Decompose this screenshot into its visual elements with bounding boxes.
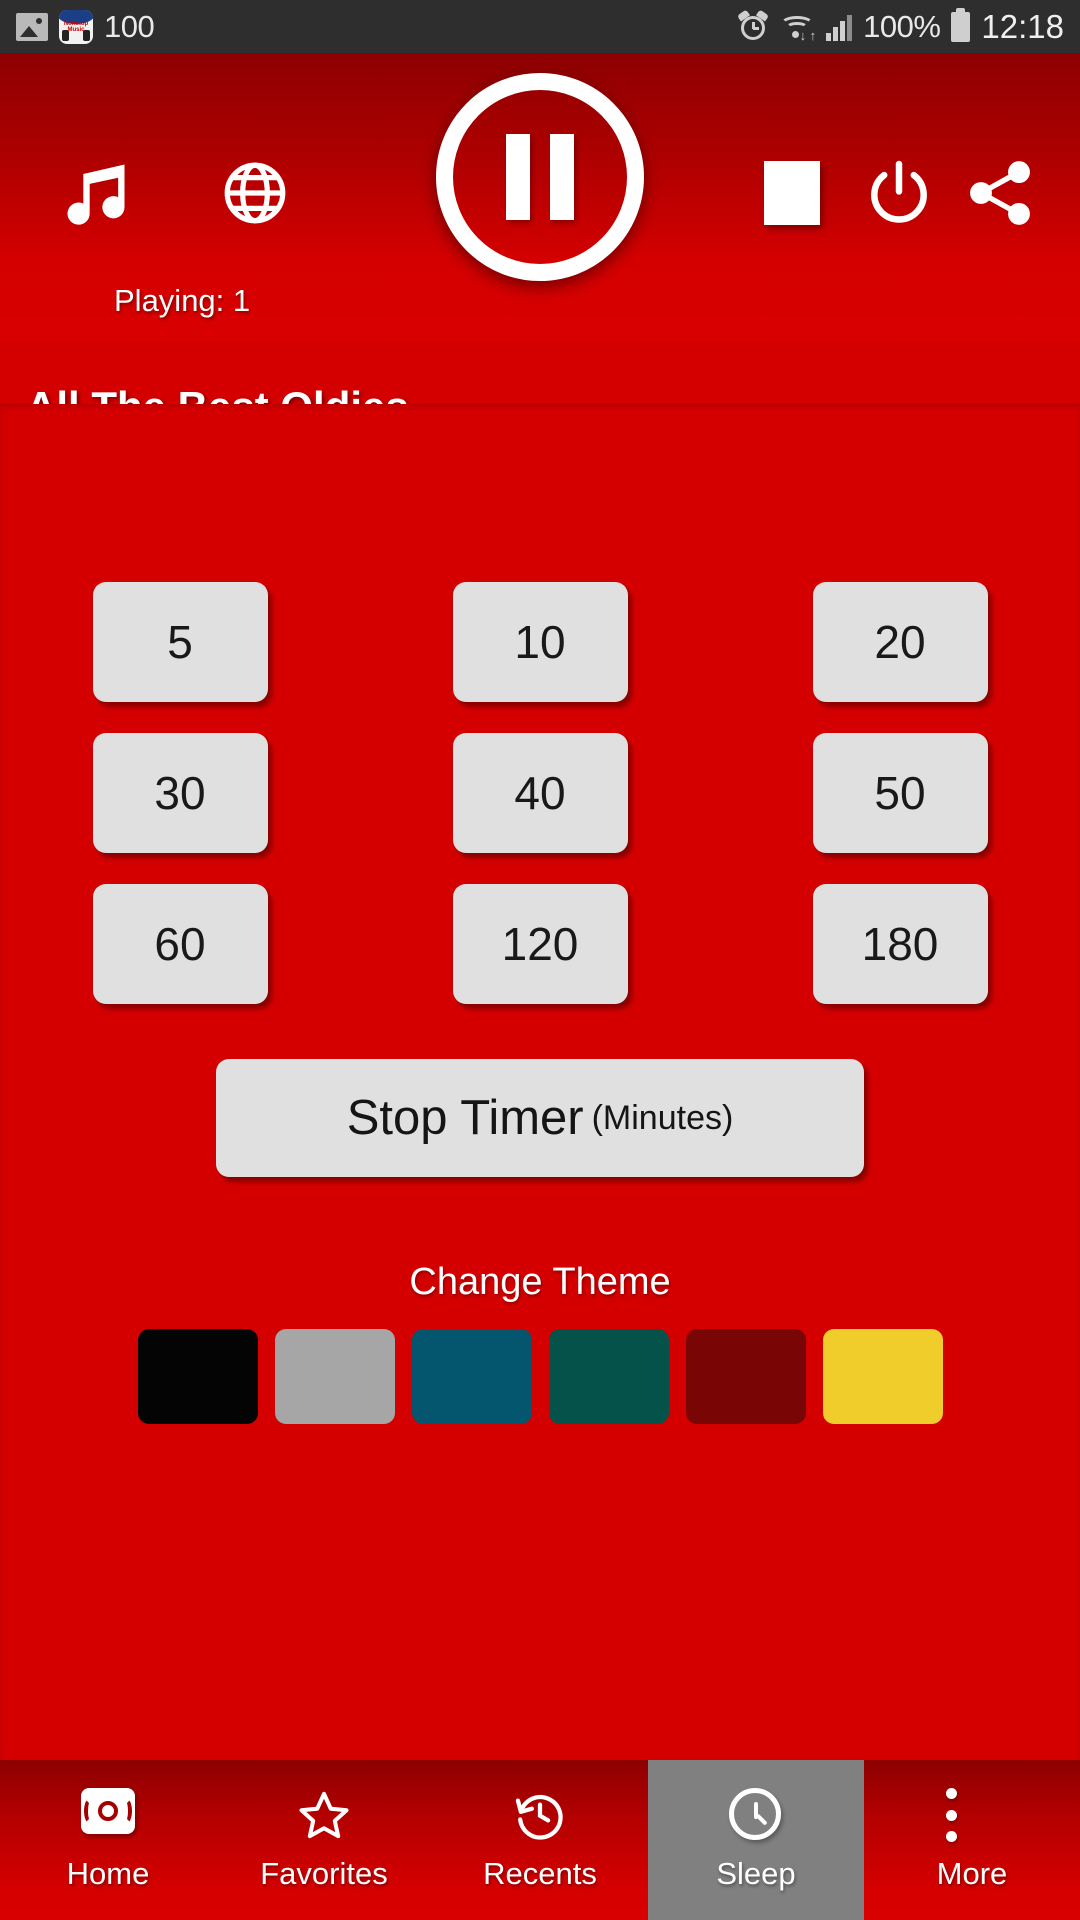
bottom-navigation: Home Favorites Recents Sleep More bbox=[0, 1760, 1080, 1920]
clock-icon bbox=[729, 1788, 783, 1842]
nav-label-favorites: Favorites bbox=[260, 1856, 388, 1891]
nav-label-home: Home bbox=[66, 1856, 150, 1891]
theme-swatch-list bbox=[0, 1329, 1080, 1424]
theme-swatch-yellow[interactable] bbox=[822, 1329, 943, 1424]
notification-count: 100 bbox=[104, 8, 155, 44]
stop-timer-button[interactable]: Stop Timer (Minutes) bbox=[216, 1059, 864, 1177]
app-root: Nonstop Music 100 ↓ ↑ 100% 12:18 Playing… bbox=[0, 0, 1080, 1920]
player-header: Playing: 1 All The Best Oldies bbox=[0, 53, 1080, 430]
theme-swatch-teal-blue[interactable] bbox=[411, 1329, 532, 1424]
theme-swatch-gray[interactable] bbox=[274, 1329, 395, 1424]
player-controls-row bbox=[0, 53, 1080, 281]
nav-item-favorites[interactable]: Favorites bbox=[216, 1760, 432, 1920]
nav-item-recents[interactable]: Recents bbox=[432, 1760, 648, 1920]
theme-swatch-dark-green[interactable] bbox=[548, 1329, 669, 1424]
app-icon-label: Nonstop Music bbox=[63, 20, 89, 33]
nav-item-home[interactable]: Home bbox=[0, 1760, 216, 1920]
playing-status-label: Playing: 1 bbox=[114, 283, 251, 318]
timer-option-button[interactable]: 180 bbox=[812, 884, 988, 1004]
nav-label-more: More bbox=[936, 1856, 1008, 1891]
radio-icon bbox=[81, 1788, 135, 1842]
power-icon[interactable] bbox=[862, 156, 936, 230]
signal-icon bbox=[826, 13, 853, 41]
timer-option-button[interactable]: 50 bbox=[812, 733, 988, 853]
pause-icon-bar-right bbox=[550, 134, 574, 220]
wifi-icon: ↓ ↑ bbox=[779, 12, 816, 42]
history-icon bbox=[515, 1794, 563, 1840]
timer-option-button[interactable]: 40 bbox=[452, 733, 628, 853]
nav-item-sleep[interactable]: Sleep bbox=[648, 1760, 864, 1920]
star-icon bbox=[299, 1791, 349, 1839]
timer-option-button[interactable]: 60 bbox=[92, 884, 268, 1004]
music-note-icon[interactable] bbox=[58, 155, 134, 231]
theme-swatch-dark-red[interactable] bbox=[685, 1329, 806, 1424]
globe-icon[interactable] bbox=[218, 156, 292, 230]
clock-time: 12:18 bbox=[981, 7, 1064, 45]
stop-timer-label: Stop Timer bbox=[346, 1091, 584, 1145]
image-icon bbox=[16, 12, 48, 41]
timer-option-button[interactable]: 10 bbox=[452, 582, 628, 702]
share-icon[interactable] bbox=[962, 155, 1038, 231]
timer-option-button[interactable]: 120 bbox=[452, 884, 628, 1004]
pause-icon-bar-left bbox=[506, 134, 530, 220]
timer-option-button[interactable]: 5 bbox=[92, 582, 268, 702]
timer-options-grid: 5 10 20 30 40 50 60 120 180 bbox=[0, 582, 1080, 1004]
battery-percent: 100% bbox=[863, 8, 941, 44]
status-bar-right: ↓ ↑ 100% 12:18 bbox=[737, 7, 1064, 46]
timer-option-button[interactable]: 20 bbox=[812, 582, 988, 702]
sleep-timer-panel: 5 10 20 30 40 50 60 120 180 Stop Timer (… bbox=[0, 404, 1080, 1759]
nav-label-sleep: Sleep bbox=[716, 1856, 796, 1891]
change-theme-label: Change Theme bbox=[409, 1261, 671, 1303]
stop-timer-unit: (Minutes) bbox=[591, 1098, 734, 1137]
status-bar-left: Nonstop Music 100 bbox=[16, 8, 155, 45]
theme-swatch-black[interactable] bbox=[137, 1329, 258, 1424]
stop-icon[interactable] bbox=[764, 161, 820, 225]
nav-label-recents: Recents bbox=[483, 1856, 597, 1891]
timer-option-button[interactable]: 30 bbox=[92, 733, 268, 853]
play-pause-button[interactable] bbox=[436, 73, 644, 281]
more-vertical-icon bbox=[945, 1788, 999, 1842]
nav-item-more[interactable]: More bbox=[864, 1760, 1080, 1920]
battery-icon bbox=[951, 7, 971, 42]
alarm-icon bbox=[737, 8, 770, 42]
status-bar: Nonstop Music 100 ↓ ↑ 100% 12:18 bbox=[0, 0, 1080, 53]
app-notification-icon: Nonstop Music bbox=[59, 9, 93, 44]
